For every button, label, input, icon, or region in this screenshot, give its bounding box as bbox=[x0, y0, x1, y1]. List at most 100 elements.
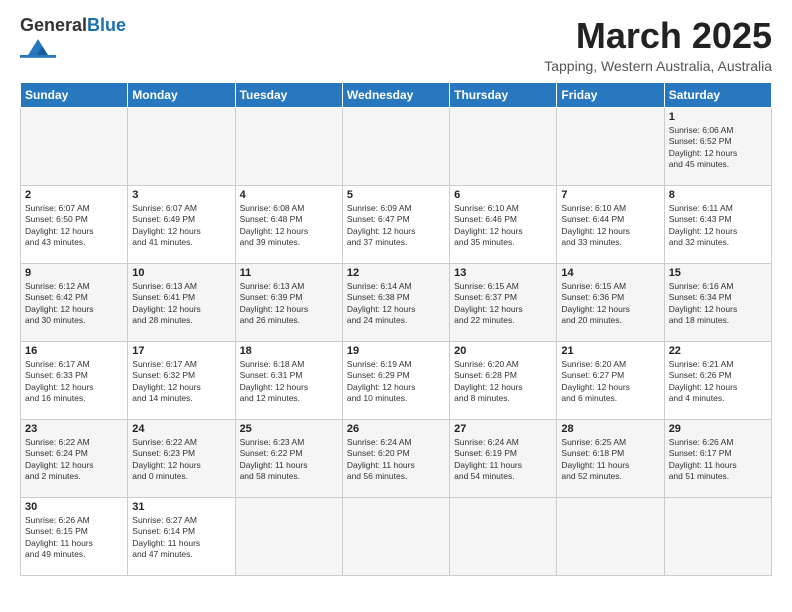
day-info: Sunrise: 6:22 AM Sunset: 6:24 PM Dayligh… bbox=[25, 437, 123, 483]
calendar-cell: 24Sunrise: 6:22 AM Sunset: 6:23 PM Dayli… bbox=[128, 419, 235, 497]
header: GeneralBlue March 2025 Tapping, Western … bbox=[20, 16, 772, 74]
calendar-week-5: 23Sunrise: 6:22 AM Sunset: 6:24 PM Dayli… bbox=[21, 419, 772, 497]
day-number: 22 bbox=[669, 345, 767, 357]
day-number: 9 bbox=[25, 267, 123, 279]
calendar-cell: 25 Sunrise: 6:23 AM Sunset: 6:22 PM Dayli… bbox=[235, 419, 342, 497]
logo-icon bbox=[20, 36, 56, 58]
calendar-cell: 30 Sunrise: 6:26 AM Sunset: 6:15 PM Dayli… bbox=[21, 497, 128, 575]
calendar-cell: 7Sunrise: 6:10 AM Sunset: 6:44 PM Daylig… bbox=[557, 185, 664, 263]
calendar-cell bbox=[450, 497, 557, 575]
day-info: Sunrise: 6:26 AM Sunset: 6:15 PM Dayligh… bbox=[25, 515, 123, 561]
calendar-cell bbox=[235, 497, 342, 575]
subtitle: Tapping, Western Australia, Australia bbox=[544, 58, 772, 74]
day-number: 31 bbox=[132, 501, 230, 513]
calendar-week-3: 9 Sunrise: 6:12 AM Sunset: 6:42 PM Daylig… bbox=[21, 263, 772, 341]
calendar-body: 1Sunrise: 6:06 AM Sunset: 6:52 PM Daylig… bbox=[21, 107, 772, 575]
calendar-cell: 21 Sunrise: 6:20 AM Sunset: 6:27 PM Dayli… bbox=[557, 341, 664, 419]
calendar-cell bbox=[235, 107, 342, 185]
calendar-cell: 3 Sunrise: 6:07 AM Sunset: 6:49 PM Daylig… bbox=[128, 185, 235, 263]
day-number: 17 bbox=[132, 345, 230, 357]
calendar-cell: 13Sunrise: 6:15 AM Sunset: 6:37 PM Dayli… bbox=[450, 263, 557, 341]
day-info: Sunrise: 6:17 AM Sunset: 6:32 PM Dayligh… bbox=[132, 359, 230, 405]
day-number: 27 bbox=[454, 423, 552, 435]
day-info: Sunrise: 6:27 AM Sunset: 6:14 PM Dayligh… bbox=[132, 515, 230, 561]
month-title: March 2025 bbox=[544, 16, 772, 56]
day-number: 3 bbox=[132, 189, 230, 201]
day-number: 21 bbox=[561, 345, 659, 357]
calendar-cell: 26 Sunrise: 6:24 AM Sunset: 6:20 PM Dayli… bbox=[342, 419, 449, 497]
calendar-cell bbox=[21, 107, 128, 185]
day-info: Sunrise: 6:12 AM Sunset: 6:42 PM Dayligh… bbox=[25, 281, 123, 327]
day-info: Sunrise: 6:10 AM Sunset: 6:46 PM Dayligh… bbox=[454, 203, 552, 249]
day-number: 28 bbox=[561, 423, 659, 435]
day-info: Sunrise: 6:20 AM Sunset: 6:28 PM Dayligh… bbox=[454, 359, 552, 405]
day-number: 18 bbox=[240, 345, 338, 357]
day-number: 29 bbox=[669, 423, 767, 435]
day-number: 1 bbox=[669, 111, 767, 123]
calendar-cell: 18 Sunrise: 6:18 AM Sunset: 6:31 PM Dayli… bbox=[235, 341, 342, 419]
calendar-cell: 9 Sunrise: 6:12 AM Sunset: 6:42 PM Daylig… bbox=[21, 263, 128, 341]
day-number: 24 bbox=[132, 423, 230, 435]
calendar-cell: 27 Sunrise: 6:24 AM Sunset: 6:19 PM Dayli… bbox=[450, 419, 557, 497]
calendar-cell: 11 Sunrise: 6:13 AM Sunset: 6:39 PM Dayli… bbox=[235, 263, 342, 341]
day-info: Sunrise: 6:24 AM Sunset: 6:20 PM Dayligh… bbox=[347, 437, 445, 483]
weekday-monday: Monday bbox=[128, 82, 235, 107]
day-number: 11 bbox=[240, 267, 338, 279]
calendar-cell bbox=[557, 107, 664, 185]
calendar-cell: 23Sunrise: 6:22 AM Sunset: 6:24 PM Dayli… bbox=[21, 419, 128, 497]
calendar-cell: 14Sunrise: 6:15 AM Sunset: 6:36 PM Dayli… bbox=[557, 263, 664, 341]
calendar-cell: 6 Sunrise: 6:10 AM Sunset: 6:46 PM Daylig… bbox=[450, 185, 557, 263]
calendar-cell: 1Sunrise: 6:06 AM Sunset: 6:52 PM Daylig… bbox=[664, 107, 771, 185]
day-info: Sunrise: 6:19 AM Sunset: 6:29 PM Dayligh… bbox=[347, 359, 445, 405]
day-number: 2 bbox=[25, 189, 123, 201]
page: GeneralBlue March 2025 Tapping, Western … bbox=[0, 0, 792, 586]
day-number: 5 bbox=[347, 189, 445, 201]
calendar-cell: 2 Sunrise: 6:07 AM Sunset: 6:50 PM Daylig… bbox=[21, 185, 128, 263]
day-info: Sunrise: 6:07 AM Sunset: 6:50 PM Dayligh… bbox=[25, 203, 123, 249]
day-info: Sunrise: 6:08 AM Sunset: 6:48 PM Dayligh… bbox=[240, 203, 338, 249]
day-info: Sunrise: 6:07 AM Sunset: 6:49 PM Dayligh… bbox=[132, 203, 230, 249]
weekday-saturday: Saturday bbox=[664, 82, 771, 107]
day-number: 12 bbox=[347, 267, 445, 279]
day-info: Sunrise: 6:23 AM Sunset: 6:22 PM Dayligh… bbox=[240, 437, 338, 483]
day-number: 25 bbox=[240, 423, 338, 435]
day-info: Sunrise: 6:20 AM Sunset: 6:27 PM Dayligh… bbox=[561, 359, 659, 405]
calendar-cell: 12Sunrise: 6:14 AM Sunset: 6:38 PM Dayli… bbox=[342, 263, 449, 341]
calendar-cell bbox=[557, 497, 664, 575]
weekday-wednesday: Wednesday bbox=[342, 82, 449, 107]
weekday-friday: Friday bbox=[557, 82, 664, 107]
calendar-cell: 22Sunrise: 6:21 AM Sunset: 6:26 PM Dayli… bbox=[664, 341, 771, 419]
day-info: Sunrise: 6:24 AM Sunset: 6:19 PM Dayligh… bbox=[454, 437, 552, 483]
day-number: 30 bbox=[25, 501, 123, 513]
day-number: 15 bbox=[669, 267, 767, 279]
day-number: 16 bbox=[25, 345, 123, 357]
weekday-sunday: Sunday bbox=[21, 82, 128, 107]
day-info: Sunrise: 6:18 AM Sunset: 6:31 PM Dayligh… bbox=[240, 359, 338, 405]
day-number: 26 bbox=[347, 423, 445, 435]
calendar-cell: 19Sunrise: 6:19 AM Sunset: 6:29 PM Dayli… bbox=[342, 341, 449, 419]
calendar-cell: 20 Sunrise: 6:20 AM Sunset: 6:28 PM Dayli… bbox=[450, 341, 557, 419]
calendar: Sunday Monday Tuesday Wednesday Thursday… bbox=[20, 82, 772, 576]
day-number: 14 bbox=[561, 267, 659, 279]
day-info: Sunrise: 6:13 AM Sunset: 6:39 PM Dayligh… bbox=[240, 281, 338, 327]
day-number: 7 bbox=[561, 189, 659, 201]
weekday-row: Sunday Monday Tuesday Wednesday Thursday… bbox=[21, 82, 772, 107]
calendar-cell: 17 Sunrise: 6:17 AM Sunset: 6:32 PM Dayli… bbox=[128, 341, 235, 419]
calendar-cell: 5Sunrise: 6:09 AM Sunset: 6:47 PM Daylig… bbox=[342, 185, 449, 263]
day-number: 20 bbox=[454, 345, 552, 357]
calendar-cell: 8 Sunrise: 6:11 AM Sunset: 6:43 PM Daylig… bbox=[664, 185, 771, 263]
day-info: Sunrise: 6:13 AM Sunset: 6:41 PM Dayligh… bbox=[132, 281, 230, 327]
day-number: 6 bbox=[454, 189, 552, 201]
day-info: Sunrise: 6:16 AM Sunset: 6:34 PM Dayligh… bbox=[669, 281, 767, 327]
day-info: Sunrise: 6:15 AM Sunset: 6:37 PM Dayligh… bbox=[454, 281, 552, 327]
calendar-week-4: 16Sunrise: 6:17 AM Sunset: 6:33 PM Dayli… bbox=[21, 341, 772, 419]
calendar-week-6: 30 Sunrise: 6:26 AM Sunset: 6:15 PM Dayli… bbox=[21, 497, 772, 575]
day-info: Sunrise: 6:11 AM Sunset: 6:43 PM Dayligh… bbox=[669, 203, 767, 249]
day-number: 8 bbox=[669, 189, 767, 201]
logo-blue: Blue bbox=[87, 15, 126, 35]
weekday-tuesday: Tuesday bbox=[235, 82, 342, 107]
calendar-cell: 29Sunrise: 6:26 AM Sunset: 6:17 PM Dayli… bbox=[664, 419, 771, 497]
calendar-cell: 10Sunrise: 6:13 AM Sunset: 6:41 PM Dayli… bbox=[128, 263, 235, 341]
logo-general: General bbox=[20, 15, 87, 35]
title-block: March 2025 Tapping, Western Australia, A… bbox=[544, 16, 772, 74]
